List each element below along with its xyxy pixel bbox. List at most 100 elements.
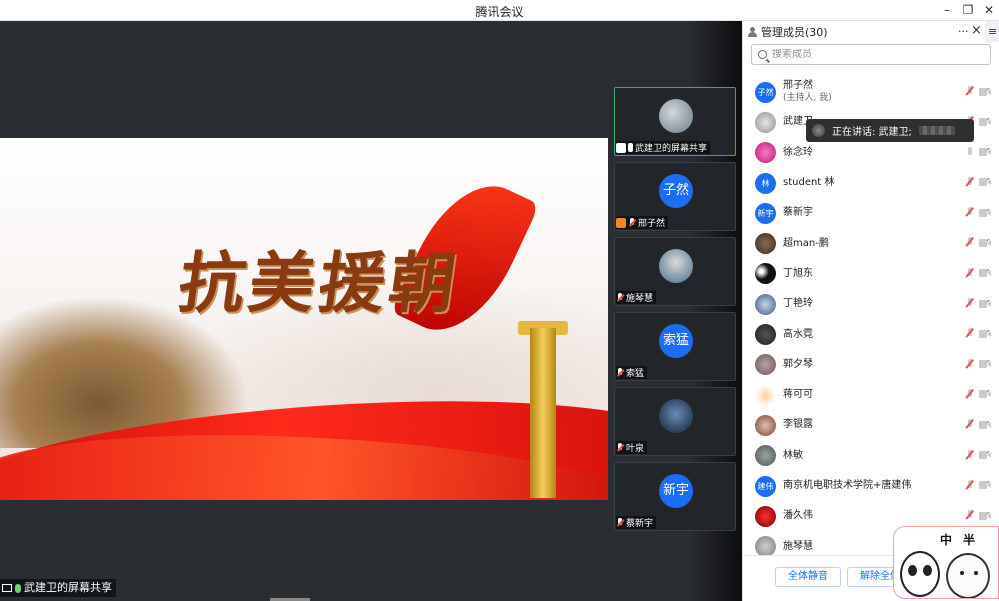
video-thumbnail[interactable]: 子然 邢子然 [614, 162, 736, 231]
camera-off-icon[interactable] [979, 238, 991, 247]
thumbnail-name: 施琴慧 [626, 294, 654, 304]
member-row[interactable]: 李银露 [743, 410, 999, 440]
member-row[interactable]: 徐念玲 [743, 138, 999, 168]
video-thumbnail[interactable]: 叶泉 [614, 387, 736, 456]
thumbnail-label: 武建卫的屏幕共享 [616, 141, 711, 154]
bear-sticker: 中 半 [893, 526, 999, 599]
sticker-right-char: 半 [963, 533, 976, 547]
participant-photo [659, 399, 693, 433]
camera-off-icon[interactable] [979, 299, 991, 308]
screen-share-stage[interactable]: 抗美援朝 武建卫的屏幕共享 [0, 21, 608, 601]
camera-off-icon[interactable] [979, 148, 991, 157]
member-avatar [755, 354, 776, 376]
more-options-icon[interactable]: ··· [958, 25, 969, 38]
member-controls [965, 419, 991, 430]
member-avatar: 建伟 [755, 475, 776, 497]
screen-share-icon [616, 142, 626, 153]
member-avatar [755, 384, 776, 406]
video-thumbnail[interactable]: 施琴慧 [614, 237, 736, 306]
restore-button[interactable]: ❐ [960, 2, 976, 18]
polar-bear-icon [946, 553, 990, 598]
member-avatar [755, 414, 776, 436]
mic-icon[interactable] [965, 146, 974, 158]
close-window-button[interactable]: ✕ [981, 2, 997, 18]
mic-muted-icon[interactable] [965, 207, 974, 218]
thumbnail-name: 邢子然 [638, 219, 666, 229]
camera-off-icon[interactable] [979, 420, 991, 429]
member-controls [965, 388, 991, 400]
member-row[interactable]: 郭夕琴 [743, 350, 999, 380]
camera-off-icon[interactable] [979, 178, 991, 187]
member-avatar [755, 445, 776, 467]
mic-muted-icon[interactable] [965, 328, 974, 339]
mic-muted-icon[interactable] [965, 237, 974, 248]
search-input[interactable] [772, 49, 972, 60]
slide-title: 抗美援朝 [173, 244, 465, 322]
member-controls [965, 86, 991, 97]
mic-active-icon [15, 583, 21, 593]
member-list[interactable]: 子然 邢子然 (主持人, 我) 武建卫 徐念玲 林 student 林 新宇 蔡… [743, 77, 999, 555]
panda-icon [900, 551, 940, 597]
camera-off-icon[interactable] [979, 329, 991, 338]
mic-muted-icon[interactable] [965, 510, 974, 521]
camera-off-icon[interactable] [979, 208, 991, 217]
close-panel-icon[interactable]: × [971, 23, 982, 38]
member-row[interactable]: 丁旭东 [743, 259, 999, 289]
mic-muted-icon[interactable] [965, 449, 974, 461]
camera-off-icon[interactable] [979, 390, 991, 399]
member-row[interactable]: 新宇 蔡新宇 [743, 198, 999, 228]
member-name: 丁艳玲 [783, 298, 813, 310]
minimize-button[interactable]: – [939, 2, 955, 18]
camera-off-icon[interactable] [979, 87, 991, 96]
member-name: 邢子然 [783, 80, 813, 92]
member-row[interactable]: 建伟 南京机电职技术学院+唐建伟 [743, 471, 999, 501]
member-name: 潘久伟 [783, 510, 813, 522]
thumbnail-name: 蔡新宇 [626, 519, 654, 529]
member-row[interactable]: 子然 邢子然 (主持人, 我) [743, 77, 999, 107]
window-title: 腾讯会议 [475, 5, 524, 19]
camera-off-icon[interactable] [979, 117, 991, 126]
member-row[interactable]: 超man-鹏 [743, 228, 999, 258]
mic-muted-icon[interactable] [965, 419, 974, 430]
member-row[interactable]: 林 student 林 [743, 168, 999, 198]
member-name: 蒋可可 [783, 389, 813, 401]
mic-muted-icon[interactable] [965, 86, 974, 97]
thumbnail-label: 邢子然 [616, 216, 669, 229]
member-avatar [755, 324, 776, 346]
member-name: 高水霓 [783, 328, 813, 340]
member-row[interactable]: 林敏 [743, 441, 999, 471]
member-controls [965, 298, 991, 309]
member-row[interactable]: 高水霓 [743, 319, 999, 349]
video-thumbnail[interactable]: 武建卫的屏幕共享 [614, 87, 736, 156]
member-search[interactable] [751, 44, 991, 65]
member-row[interactable]: 蒋可可 [743, 380, 999, 410]
member-row[interactable]: 丁艳玲 [743, 289, 999, 319]
thumbnail-name: 叶泉 [626, 444, 645, 454]
thumbnail-label: 蔡新宇 [616, 516, 657, 529]
mic-muted-icon[interactable] [965, 176, 974, 188]
member-controls [965, 449, 991, 461]
mic-muted-icon[interactable] [965, 388, 974, 400]
mic-muted-icon[interactable] [965, 479, 974, 491]
member-controls [965, 510, 991, 521]
collapse-panel-icon[interactable]: ≡ [985, 21, 999, 42]
mic-muted-icon [628, 217, 636, 228]
thumbnail-label: 叶泉 [616, 441, 648, 454]
camera-off-icon[interactable] [979, 481, 991, 490]
mic-muted-icon[interactable] [965, 358, 974, 370]
host-icon [616, 217, 626, 228]
slide-pillar-image [530, 328, 556, 498]
camera-off-icon[interactable] [979, 511, 991, 520]
camera-off-icon[interactable] [979, 269, 991, 278]
video-thumbnail[interactable]: 索猛 索猛 [614, 312, 736, 381]
mute-all-button[interactable]: 全体静音 [775, 567, 841, 587]
thumbnail-label: 索猛 [616, 366, 648, 379]
mic-muted-icon[interactable] [965, 298, 974, 309]
thumbnail-name: 武建卫的屏幕共享 [635, 144, 708, 154]
mic-muted-icon[interactable] [965, 267, 974, 279]
camera-off-icon[interactable] [979, 360, 991, 369]
member-controls [965, 207, 991, 218]
video-thumbnail[interactable]: 新宇 蔡新宇 [614, 462, 736, 531]
camera-off-icon[interactable] [979, 451, 991, 460]
member-controls [965, 146, 991, 158]
